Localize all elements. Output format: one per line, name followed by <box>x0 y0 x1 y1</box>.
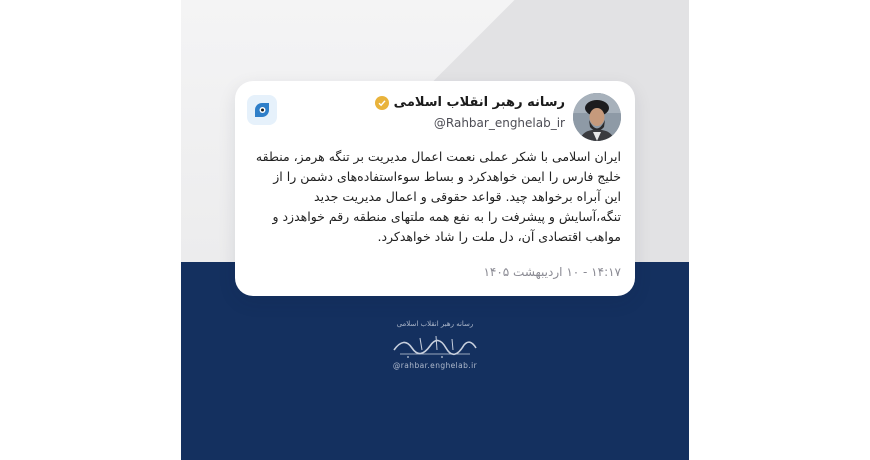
post-canvas: رسانه رهبر انقلاب اسلامی @Rahbar_enghela… <box>181 0 689 460</box>
avatar[interactable] <box>573 93 621 141</box>
footer-org-name: رسانه رهبر انقلاب اسلامی <box>396 320 474 328</box>
tweet-card[interactable]: رسانه رهبر انقلاب اسلامی @Rahbar_enghela… <box>235 81 635 296</box>
tweet-text-line: این آبراه برخواهد چید. قواعد حقوقی و اعم… <box>314 189 621 204</box>
tweet-timestamp[interactable]: ۱۴:۱۷ - ۱۰ اردیبهشت ۱۴۰۵ <box>483 265 621 279</box>
tweet-text-line: تنگه،آسایش و پیشرفت را به نفع همه ملتهای… <box>272 209 621 224</box>
tweet-text: ایران اسلامی با شکر عملی نعمت اعمال مدیر… <box>249 147 621 247</box>
verified-badge-icon <box>374 95 389 110</box>
footer-handle: @rahbar.enghelab.ir <box>392 361 478 370</box>
tweet-text-line: مواهب اقتصادی آن، دل ملت را شاد خواهدکرد… <box>377 229 621 244</box>
tweet-text-line: خلیج فارس را ایمن خواهدکرد و بساط سوءاست… <box>273 169 621 184</box>
calligraphy-signature <box>393 335 477 358</box>
display-name-row[interactable]: رسانه رهبر انقلاب اسلامی <box>374 95 565 110</box>
tweet-text-line: ایران اسلامی با شکر عملی نعمت اعمال مدیر… <box>255 149 621 164</box>
media-logo-icon <box>247 95 277 125</box>
footer-branding: رسانه رهبر انقلاب اسلامی @rahbar.enghela… <box>181 320 689 390</box>
display-name[interactable]: رسانه رهبر انقلاب اسلامی <box>394 95 565 110</box>
account-handle[interactable]: @Rahbar_enghelab_ir <box>434 116 565 130</box>
